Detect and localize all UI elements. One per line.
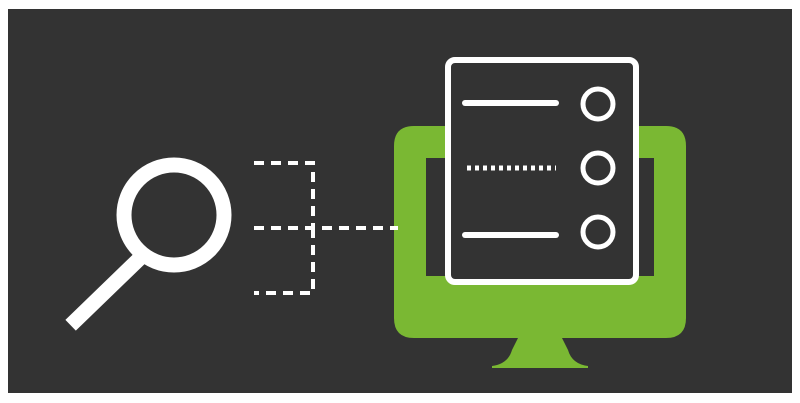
- monitor-stand: [492, 334, 588, 368]
- dashed-connector: [254, 161, 398, 295]
- magnifier-handle: [65, 251, 147, 331]
- magnifier-icon: [65, 157, 232, 331]
- magnifier-lens: [116, 157, 232, 273]
- illustration-frame: [0, 0, 800, 403]
- connector-bracket-top: [254, 161, 315, 228]
- search-monitor-illustration: [65, 57, 686, 368]
- connector-bracket-bottom: [254, 228, 315, 295]
- document-icon: [445, 57, 639, 285]
